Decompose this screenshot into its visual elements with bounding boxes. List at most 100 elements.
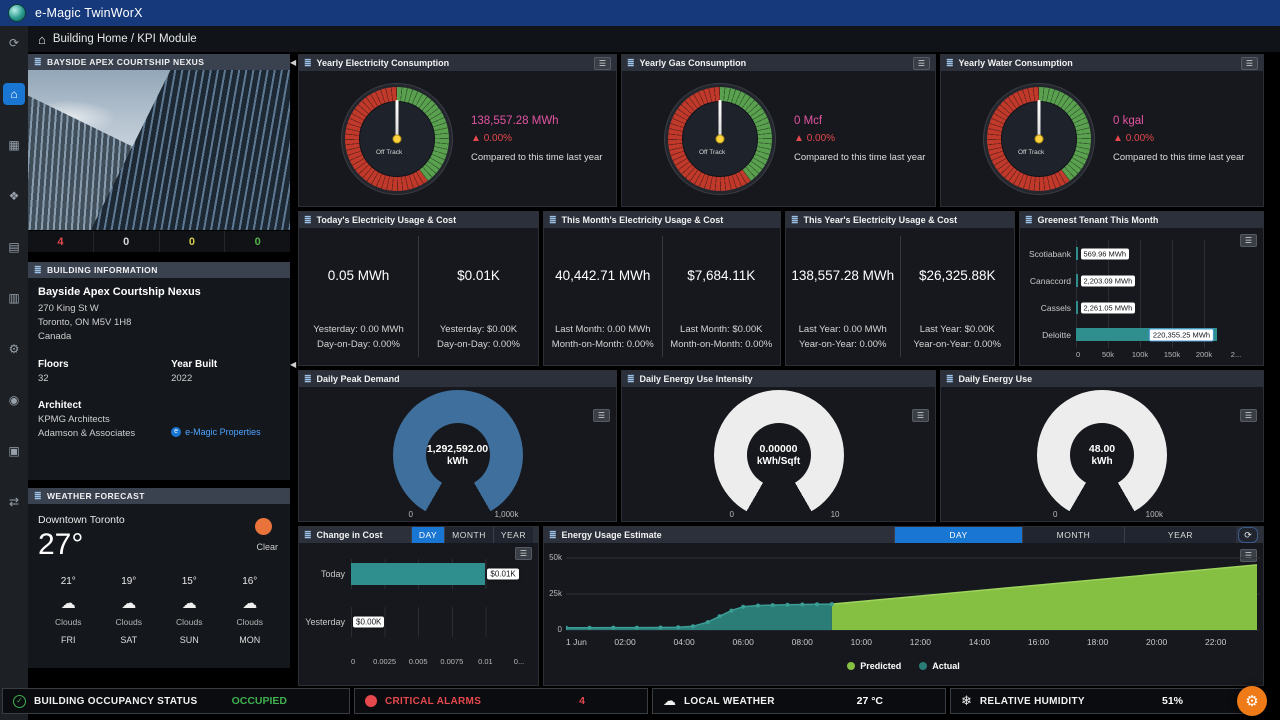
donut-unit: kWh bbox=[446, 456, 469, 467]
x-axis-tick: 20:00 bbox=[1145, 637, 1168, 647]
tenant-bar-row: Canaccord 2,203.09 MWh bbox=[1020, 267, 1263, 294]
alarm-count-row: 4 0 0 0 bbox=[28, 230, 290, 252]
weather-panel: ≣ WEATHER FORECAST Downtown Toronto 27° … bbox=[28, 488, 290, 668]
yearly-gas-panel: ≣ Yearly Gas Consumption ☰ Off Track 0 M… bbox=[621, 54, 936, 207]
tab-day[interactable]: DAY bbox=[894, 527, 1022, 543]
link-label: e-Magic Properties bbox=[185, 427, 261, 437]
tenant-bar[interactable] bbox=[1076, 247, 1078, 260]
cost-bar[interactable] bbox=[351, 563, 486, 585]
cost-compare-line: Last Year: $0.00K bbox=[919, 324, 995, 335]
panel-title: Yearly Gas Consumption bbox=[639, 58, 747, 68]
axis-tick: 0.01 bbox=[478, 657, 493, 666]
sidebar-item-reports[interactable]: ⇄ bbox=[3, 491, 25, 513]
panel-title: Yearly Electricity Consumption bbox=[316, 58, 450, 68]
sidebar-item-integrations[interactable]: ❖ bbox=[3, 185, 25, 207]
panel-title: Today's Electricity Usage & Cost bbox=[316, 215, 457, 225]
daily-energy-use-panel: ≣ Daily Energy Use ☰ 48.00 kWh 0 100k bbox=[940, 370, 1264, 522]
chart-menu-button[interactable]: ☰ bbox=[593, 409, 610, 422]
reports-icon: ⇄ bbox=[8, 495, 20, 509]
chart-menu-button[interactable]: ☰ bbox=[1240, 409, 1257, 422]
sidebar-item-alarms[interactable]: ◉ bbox=[3, 389, 25, 411]
year-usage-cost-panel: ≣ This Year's Electricity Usage & Cost 1… bbox=[785, 211, 1015, 366]
sidebar-item-settings[interactable]: ⚙ bbox=[3, 338, 25, 360]
alarm-count-medium[interactable]: 0 bbox=[158, 231, 225, 252]
sidebar-item-home[interactable]: ⌂ bbox=[3, 83, 25, 105]
x-axis-tick: 14:00 bbox=[968, 637, 991, 647]
tenant-bar[interactable] bbox=[1076, 301, 1078, 314]
gear-icon: ⚙ bbox=[1245, 693, 1259, 710]
refresh-button[interactable]: ⟳ bbox=[1238, 527, 1258, 543]
legend-actual[interactable]: Actual bbox=[919, 661, 960, 671]
tab-year[interactable]: YEAR bbox=[1124, 527, 1236, 543]
axis-tick: 0.005 bbox=[408, 657, 428, 666]
tab-month[interactable]: MONTH bbox=[444, 527, 493, 543]
collapse-left-panel-arrow[interactable]: ◀ bbox=[290, 360, 298, 369]
chart-menu-button[interactable]: ☰ bbox=[1240, 234, 1257, 247]
axis-tick: 200k bbox=[1195, 350, 1213, 359]
sidebar-item-account[interactable]: ⟳ bbox=[3, 32, 25, 54]
cost-category: Yesterday bbox=[305, 617, 345, 627]
panel-icon: ≣ bbox=[549, 214, 557, 225]
axis-tick: 0... bbox=[513, 657, 525, 666]
cost-delta-line: Day-on-Day: 0.00% bbox=[437, 339, 520, 350]
chart-menu-button[interactable]: ☰ bbox=[594, 56, 611, 70]
bell-icon: ◉ bbox=[8, 393, 20, 407]
sidebar-item-analytics[interactable]: ▥ bbox=[3, 287, 25, 309]
tenant-label: Scotiabank bbox=[1028, 248, 1071, 259]
usage-compare-line: Last Month: 0.00 MWh bbox=[554, 324, 651, 335]
bar-track: $0.00K bbox=[351, 607, 519, 637]
forecast-day-label: MON bbox=[239, 635, 261, 645]
e-magic-properties-link[interactable]: e e-Magic Properties bbox=[171, 427, 280, 437]
tab-day[interactable]: DAY bbox=[410, 527, 445, 543]
tenant-label: Deloitte bbox=[1042, 329, 1071, 340]
bar-track: 569.96 MWh bbox=[1076, 240, 1236, 267]
status-value: OCCUPIED bbox=[231, 695, 287, 707]
calendar-icon: ▣ bbox=[8, 444, 20, 458]
tab-month[interactable]: MONTH bbox=[1022, 527, 1124, 543]
home-icon[interactable]: ⌂ bbox=[38, 32, 46, 47]
chart-menu-button[interactable]: ☰ bbox=[1241, 56, 1258, 70]
tenant-label: Canaccord bbox=[1029, 275, 1071, 286]
usage-compare-line: Yesterday: 0.00 MWh bbox=[313, 324, 404, 335]
floors-value: 32 bbox=[38, 373, 49, 384]
gauge-note: Compared to this time last year bbox=[794, 151, 926, 163]
donut-min-label: 0 bbox=[408, 510, 413, 519]
tenant-bar-row: Scotiabank 569.96 MWh bbox=[1020, 240, 1263, 267]
cost-bar-row: Today $0.01K bbox=[299, 559, 538, 589]
x-axis: 0 0.0025 0.005 0.0075 0.01 0... bbox=[351, 655, 529, 667]
donut-unit: kWh bbox=[1091, 456, 1113, 467]
alarm-count-high[interactable]: 0 bbox=[92, 231, 159, 252]
forecast-temp: 21° bbox=[60, 576, 76, 587]
alarm-count-critical[interactable]: 4 bbox=[28, 231, 93, 252]
gauge-status: Off Track bbox=[699, 148, 726, 156]
sidebar: ⟳ ⌂ ▦ ❖ ▤ ▥ ⚙ ◉ ▣ ⇄ bbox=[0, 26, 28, 720]
settings-fab-button[interactable]: ⚙ bbox=[1237, 686, 1267, 716]
chart-menu-button[interactable]: ☰ bbox=[913, 56, 930, 70]
forecast-day: 21° ☁ Clouds FRI bbox=[38, 576, 99, 645]
panel-icon: ≣ bbox=[627, 373, 635, 384]
building-card: ≣ BAYSIDE APEX COURTSHIP NEXUS 4 0 0 0 bbox=[28, 54, 290, 252]
tenant-bar[interactable] bbox=[1076, 274, 1078, 287]
critical-alarms-card: CRITICAL ALARMS 4 bbox=[354, 688, 648, 714]
legend-predicted[interactable]: Predicted bbox=[847, 661, 901, 671]
axis-tick: 0 bbox=[351, 657, 356, 666]
collapse-left-panel-arrow[interactable]: ◀ bbox=[290, 58, 298, 67]
gauge-value: 0 kgal bbox=[1113, 114, 1144, 127]
sidebar-item-tasks[interactable]: ▤ bbox=[3, 236, 25, 258]
chart-menu-button[interactable]: ☰ bbox=[912, 409, 929, 422]
tab-year[interactable]: YEAR bbox=[492, 527, 533, 543]
cost-compare-line: Last Month: $0.00K bbox=[680, 324, 763, 335]
panel-icon: ≣ bbox=[304, 214, 312, 225]
water-gauge-dial: Off Track bbox=[987, 86, 1091, 191]
alarm-count-low[interactable]: 0 bbox=[224, 231, 290, 252]
forecast-day-label: FRI bbox=[61, 635, 76, 645]
bar-value-label: 2,261.05 MWh bbox=[1080, 302, 1136, 313]
sidebar-item-schedule[interactable]: ▣ bbox=[3, 440, 25, 462]
panel-title: Energy Usage Estimate bbox=[561, 530, 662, 540]
month-usage-cost-panel: ≣ This Month's Electricity Usage & Cost … bbox=[543, 211, 781, 366]
architect-line1: KPMG Architects bbox=[38, 414, 110, 425]
sidebar-item-buildings[interactable]: ▦ bbox=[3, 134, 25, 156]
cost-delta-line: Month-on-Month: 0.00% bbox=[670, 339, 773, 350]
cost-value: $7,684.11K bbox=[687, 268, 756, 283]
status-value: 51% bbox=[1161, 695, 1183, 707]
